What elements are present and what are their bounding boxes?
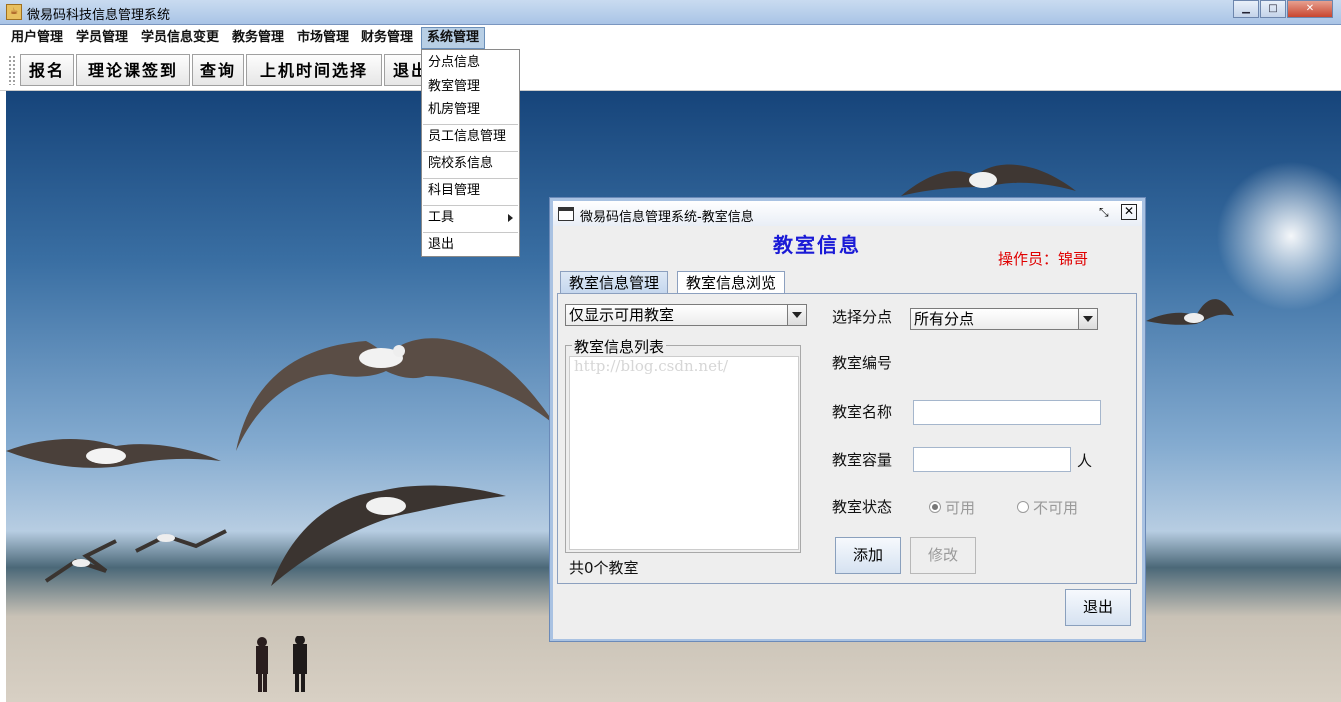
classroom-capacity-input[interactable] <box>913 447 1071 472</box>
minimize-icon[interactable]: ▁ <box>1233 0 1259 18</box>
window-icon <box>558 207 574 221</box>
status-unavailable-label: 不可用 <box>1033 499 1079 517</box>
menu-academic-management[interactable]: 教务管理 <box>227 28 289 48</box>
menu-separator <box>423 232 518 233</box>
status-unavailable-radio[interactable] <box>1017 501 1029 513</box>
menu-computer-room-management[interactable]: 机房管理 <box>428 100 480 120</box>
lab-time-select-button[interactable]: 上机时间选择 <box>246 54 382 86</box>
register-button[interactable]: 报名 <box>20 54 74 86</box>
close-icon[interactable]: ✕ <box>1287 0 1333 18</box>
status-available-radio[interactable] <box>929 501 941 513</box>
menu-finance-management[interactable]: 财务管理 <box>356 28 418 48</box>
menu-exit[interactable]: 退出 <box>428 235 454 255</box>
window-titlebar: ☕ 微易码科技信息管理系统 ▁ □ ✕ <box>0 0 1341 25</box>
classroom-count: 共0个教室 <box>569 559 639 577</box>
query-button[interactable]: 查询 <box>192 54 244 86</box>
classroom-list[interactable]: http://blog.csdn.net/ <box>569 356 799 550</box>
menu-employee-info-management[interactable]: 员工信息管理 <box>428 127 506 147</box>
dialog-body: 教室信息 操作员：锦哥 教室信息管理 教室信息浏览 仅显示可用教室 教室信息列表… <box>553 226 1142 639</box>
classroom-name-label: 教室名称 <box>832 403 893 421</box>
branch-select[interactable]: 所有分点 <box>910 308 1098 330</box>
seagull-center-low <box>271 485 506 586</box>
tab-classroom-management[interactable]: 教室信息管理 <box>560 271 669 293</box>
add-button[interactable]: 添加 <box>835 537 901 574</box>
classroom-info-dialog: 微易码信息管理系统-教室信息 ⤡ ✕ 教室信息 操作员：锦哥 教室信息管理 教室… <box>549 197 1146 642</box>
window-title: 微易码科技信息管理系统 <box>27 8 171 23</box>
dialog-heading: 教室信息 <box>773 233 861 257</box>
seagull-right-mid <box>1146 299 1234 325</box>
menu-market-management[interactable]: 市场管理 <box>292 28 354 48</box>
theory-class-signin-button[interactable]: 理论课签到 <box>76 54 190 86</box>
chevron-down-icon[interactable] <box>1078 309 1097 329</box>
availability-filter-value: 仅显示可用教室 <box>569 306 675 324</box>
tab-classroom-browse[interactable]: 教室信息浏览 <box>677 271 786 293</box>
people-on-beach <box>256 636 307 692</box>
menu-student-management[interactable]: 学员管理 <box>71 28 133 48</box>
dialog-close-icon[interactable]: ✕ <box>1121 204 1137 220</box>
dialog-title: 微易码信息管理系统-教室信息 <box>580 210 754 225</box>
maximize-icon[interactable]: □ <box>1260 0 1286 18</box>
restore-icon[interactable]: ⤡ <box>1099 205 1109 220</box>
branch-label: 选择分点 <box>832 308 893 326</box>
menu-user-management[interactable]: 用户管理 <box>6 28 68 48</box>
classroom-id-label: 教室编号 <box>832 354 893 372</box>
menu-separator <box>423 151 518 152</box>
classroom-status-label: 教室状态 <box>832 498 893 516</box>
menu-tools[interactable]: 工具 <box>428 208 454 228</box>
modify-button[interactable]: 修改 <box>910 537 976 574</box>
classroom-management-panel: 仅显示可用教室 教室信息列表 http://blog.csdn.net/ 共0个… <box>557 293 1137 584</box>
classroom-list-title: 教室信息列表 <box>572 336 667 357</box>
seagull-large <box>236 338 556 451</box>
seagull-small-group <box>44 529 227 583</box>
toolbar: 报名 理论课签到 查询 上机时间选择 退出 <box>0 50 1341 91</box>
dialog-titlebar[interactable]: 微易码信息管理系统-教室信息 ⤡ ✕ <box>553 201 1142 226</box>
dialog-exit-button[interactable]: 退出 <box>1065 589 1131 626</box>
status-available-label: 可用 <box>945 499 976 517</box>
menu-classroom-management[interactable]: 教室管理 <box>428 77 480 97</box>
branch-select-value: 所有分点 <box>914 310 975 328</box>
list-watermark: http://blog.csdn.net/ <box>574 357 729 375</box>
chevron-down-icon[interactable] <box>787 305 806 325</box>
menubar: 用户管理 学员管理 学员信息变更 教务管理 市场管理 财务管理 系统管理 <box>0 26 1341 51</box>
classroom-capacity-label: 教室容量 <box>832 451 893 469</box>
classroom-list-group: 教室信息列表 http://blog.csdn.net/ <box>565 336 801 553</box>
system-management-dropdown: 分点信息 教室管理 机房管理 员工信息管理 院校系信息 科目管理 工具 退出 <box>421 49 520 257</box>
operator-label: 操作员：锦哥 <box>998 250 1089 268</box>
menu-separator <box>423 178 518 179</box>
availability-filter-select[interactable]: 仅显示可用教室 <box>565 304 807 326</box>
seagull-left-mid <box>6 439 221 468</box>
menu-separator <box>423 205 518 206</box>
capacity-unit-label: 人 <box>1077 452 1093 470</box>
menu-system-management[interactable]: 系统管理 <box>421 27 486 49</box>
toolbar-grip-handle[interactable] <box>8 55 16 85</box>
menu-separator <box>423 124 518 125</box>
submenu-arrow-icon <box>508 214 513 222</box>
menu-student-info-change[interactable]: 学员信息变更 <box>136 28 224 48</box>
menu-branch-info[interactable]: 分点信息 <box>428 53 480 73</box>
window-controls: ▁ □ ✕ <box>1232 0 1333 18</box>
menu-subject-management[interactable]: 科目管理 <box>428 181 480 201</box>
java-app-icon: ☕ <box>6 4 22 20</box>
menu-college-department-info[interactable]: 院校系信息 <box>428 154 493 174</box>
classroom-name-input[interactable] <box>913 400 1101 425</box>
